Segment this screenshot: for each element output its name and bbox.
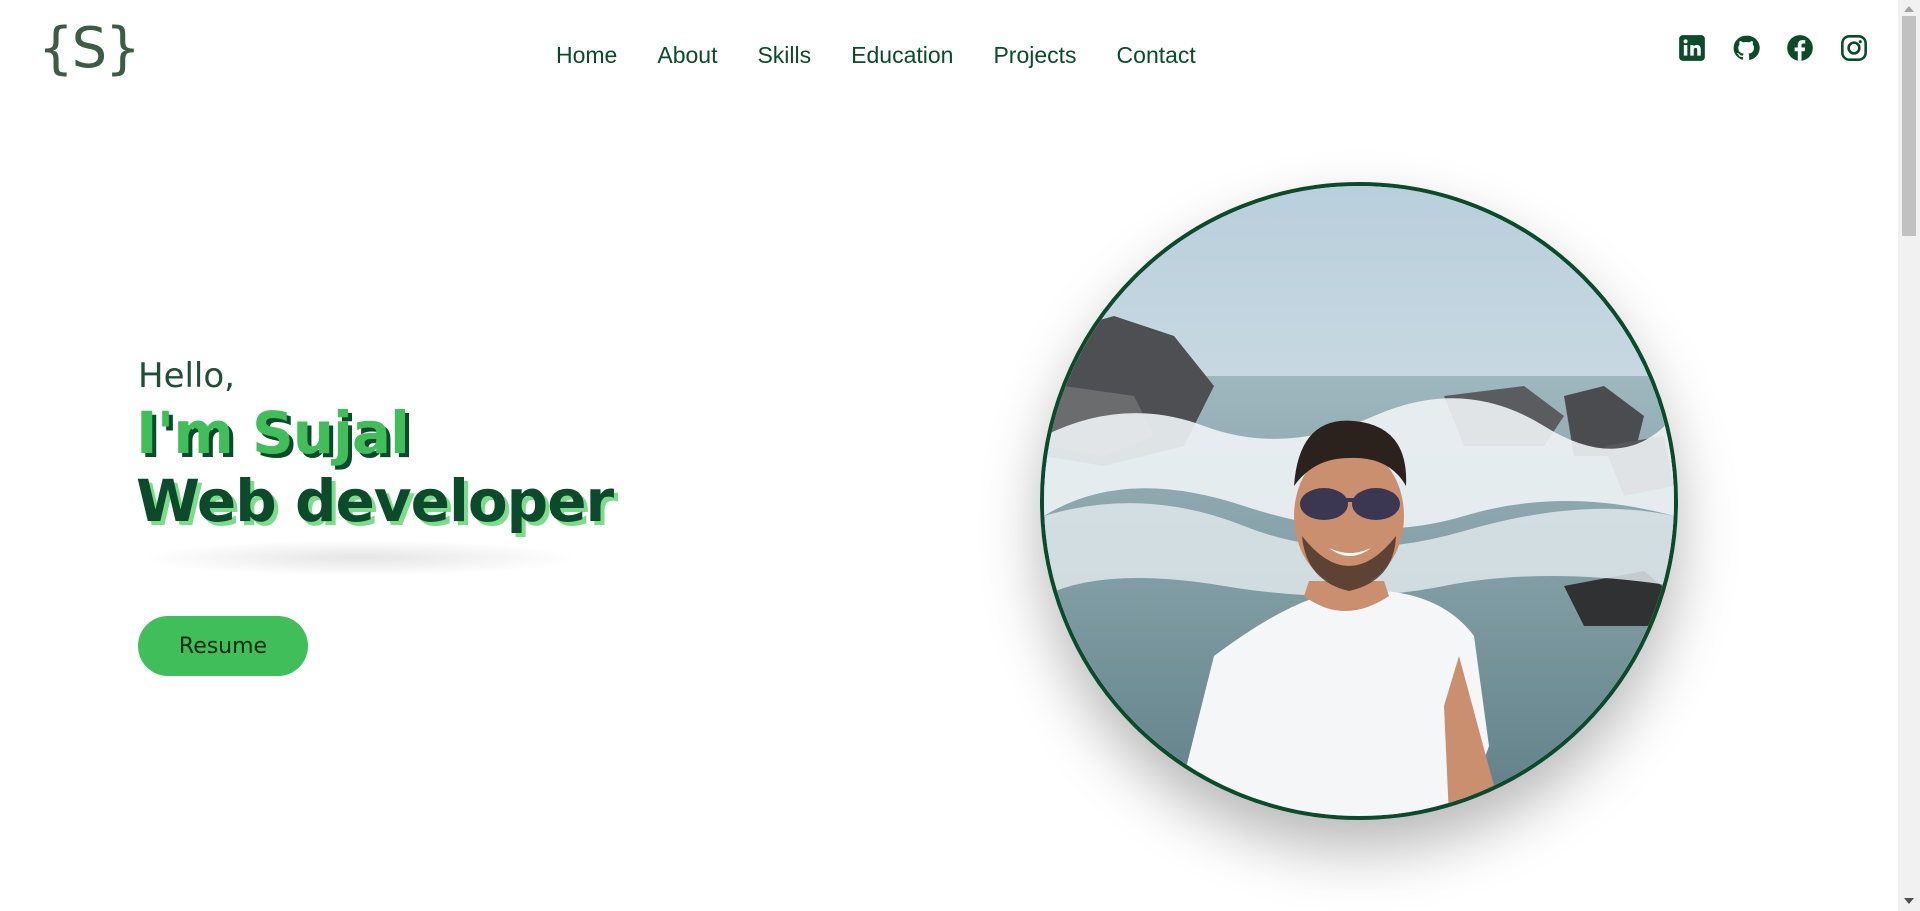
nav-contact[interactable]: Contact	[1117, 42, 1196, 69]
facebook-icon[interactable]	[1786, 34, 1814, 62]
nav-home[interactable]: Home	[556, 42, 617, 69]
photo-illustration	[1044, 186, 1674, 816]
github-icon[interactable]	[1732, 34, 1760, 62]
nav-skills[interactable]: Skills	[757, 42, 811, 69]
site-logo[interactable]: {S}	[38, 14, 141, 84]
scroll-up-arrow-icon[interactable]	[1904, 6, 1914, 12]
nav-about[interactable]: About	[657, 42, 717, 69]
nav-projects[interactable]: Projects	[993, 42, 1076, 69]
instagram-icon[interactable]	[1840, 34, 1868, 62]
profile-photo	[1040, 182, 1678, 820]
social-links	[1678, 34, 1868, 62]
hero-name: I'm Sujal	[136, 399, 410, 467]
portfolio-page: {S} Home About Skills Education Projects…	[0, 0, 1898, 911]
vertical-scrollbar[interactable]	[1898, 0, 1920, 911]
linkedin-icon[interactable]	[1678, 34, 1706, 62]
nav-education[interactable]: Education	[851, 42, 953, 69]
scroll-down-arrow-icon[interactable]	[1904, 898, 1914, 904]
hero-role: Web developer	[136, 467, 614, 535]
greeting-text: Hello,	[138, 356, 235, 396]
scroll-thumb[interactable]	[1902, 16, 1916, 236]
heading-shadow	[140, 540, 580, 576]
main-nav: Home About Skills Education Projects Con…	[556, 42, 1196, 69]
resume-button[interactable]: Resume	[138, 616, 308, 676]
